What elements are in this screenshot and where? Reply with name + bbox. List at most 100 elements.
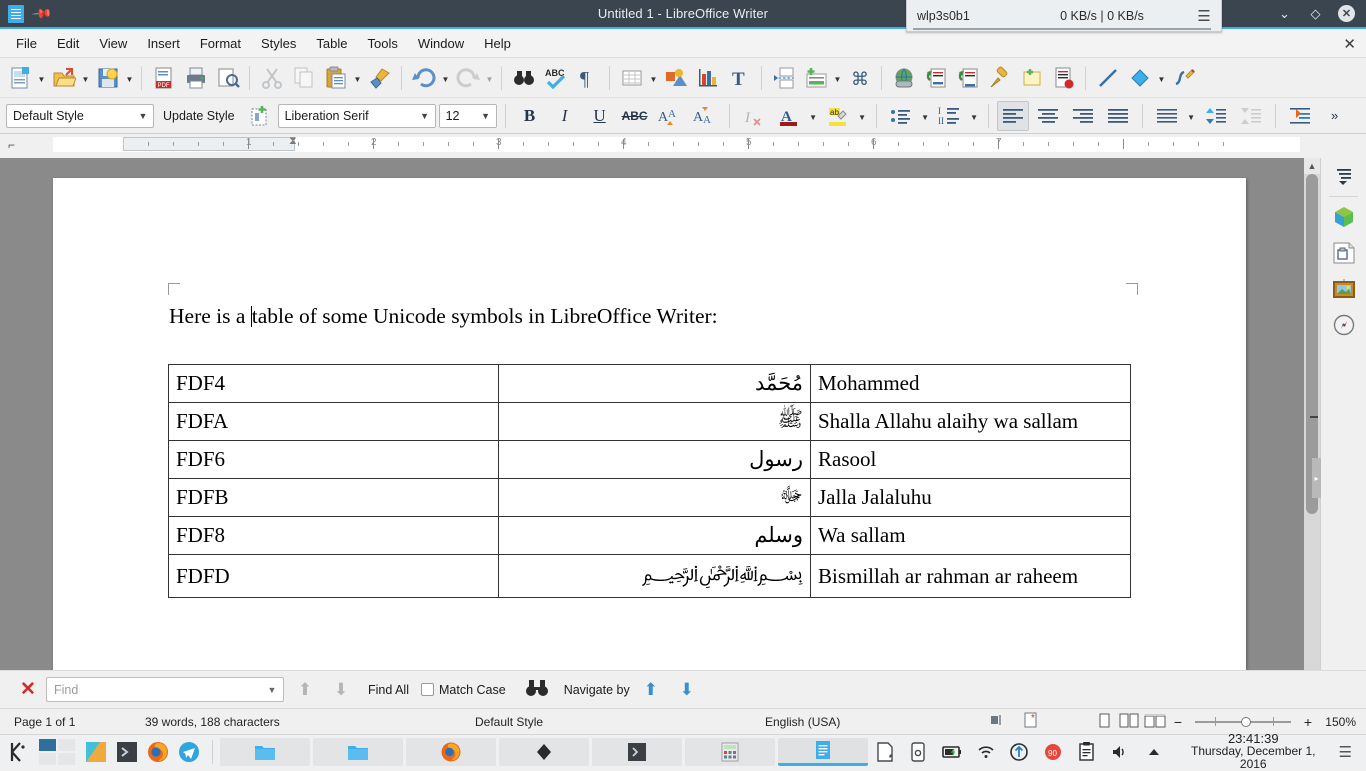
cell-glyph[interactable]: مُحَمَّد [498,364,811,403]
highlight-color-dropdown[interactable]: ▼ [857,99,868,133]
cell-meaning[interactable]: Wa sallam [810,516,1131,555]
page-icon[interactable] [1321,235,1366,271]
menu-help[interactable]: Help [474,32,521,55]
insert-hyperlink-icon[interactable] [888,61,919,95]
tray-note-icon[interactable] [871,737,899,767]
underline-button[interactable]: U [584,101,616,131]
align-left-icon[interactable] [996,100,1029,131]
pager-desktop-3[interactable] [39,752,57,765]
close-document-button[interactable]: ✕ [1343,35,1356,53]
sidebar-settings-icon[interactable] [1321,158,1366,194]
menu-view[interactable]: View [89,32,137,55]
insert-line-icon[interactable] [1092,61,1123,95]
chevron-down-icon[interactable]: ▼ [415,111,435,121]
numbered-list-icon[interactable]: I II [934,101,966,131]
font-size-combo[interactable]: 12 ▼ [438,103,497,128]
task-calculator[interactable] [685,737,776,766]
network-monitor-widget[interactable]: wlp3s0b1 0 KB/s | 0 KB/s ☰ [906,0,1222,32]
insert-footnote-icon[interactable] [920,61,951,95]
menu-file[interactable]: File [6,32,47,55]
new-style-icon[interactable] [244,99,275,133]
task-file-manager-2[interactable] [313,737,404,766]
redo-icon[interactable] [452,61,483,95]
horizontal-ruler[interactable]: ⌐ 1 2 3 4 5 6 7 ⧗ [0,134,1366,156]
hamburger-icon[interactable]: ☰ [1187,7,1221,25]
menu-tools[interactable]: Tools [357,32,407,55]
minimize-button[interactable]: ⌄ [1276,5,1293,22]
clock[interactable]: 23:41:39 Thursday, December 1, 2016 [1174,732,1333,771]
sidebar-hide-handle[interactable]: ▸ [1312,458,1321,498]
cell-glyph[interactable]: ﷻ [498,478,811,517]
clear-formatting-icon[interactable]: I [738,101,770,131]
line-spacing-dropdown[interactable]: ▼ [1186,99,1197,133]
tray-clipboard-icon[interactable] [1073,737,1101,767]
increase-paragraph-spacing-icon[interactable] [1200,101,1232,131]
zoom-out-button[interactable]: − [1168,714,1188,730]
insert-endnote-icon[interactable] [952,61,983,95]
task-dark-app[interactable] [499,737,590,766]
table-row[interactable]: FDF8 وسلم Wa sallam [168,516,1131,555]
terminal-icon[interactable] [113,737,141,767]
document-paragraph[interactable]: Here is a table of some Unicode symbols … [169,304,1134,329]
compass-navigator-icon[interactable] [1321,307,1366,343]
tray-updates-icon[interactable] [1006,737,1034,767]
table-row[interactable]: FDFB ﷻ Jalla Jalaluhu [168,478,1131,517]
italic-button[interactable]: I [549,101,581,131]
new-document-dropdown[interactable]: ▼ [36,61,47,95]
book-view-icon[interactable] [1142,713,1168,731]
page-style[interactable]: Default Style [475,715,765,729]
single-page-view-icon[interactable] [1092,713,1116,731]
menu-window[interactable]: Window [408,32,474,55]
spelling-icon[interactable]: ABC [540,61,571,95]
zoom-in-button[interactable]: + [1298,714,1318,730]
pager-desktop-4[interactable] [58,752,76,765]
open-file-icon[interactable] [48,61,79,95]
numbered-list-dropdown[interactable]: ▼ [969,99,980,133]
font-color-icon[interactable]: A [773,101,805,131]
insert-field-dropdown[interactable]: ▼ [832,61,843,95]
cell-meaning[interactable]: Bismillah ar rahman ar raheem [810,554,1131,598]
document-modified-icon[interactable]: * [1014,712,1048,731]
show-draw-functions-icon[interactable] [1168,61,1199,95]
cell-meaning[interactable]: Jalla Jalaluhu [810,478,1131,517]
font-color-dropdown[interactable]: ▼ [808,99,819,133]
chevron-down-icon[interactable]: ▼ [261,685,283,695]
binoculars-icon[interactable] [522,676,552,703]
subscript-button[interactable]: AA [689,101,721,131]
menu-insert[interactable]: Insert [137,32,190,55]
find-and-replace-icon[interactable] [508,61,539,95]
insert-text-box-icon[interactable]: T [724,61,755,95]
insert-image-icon[interactable] [660,61,691,95]
tray-battery-icon[interactable] [938,737,966,767]
insert-table-icon[interactable] [616,61,647,95]
match-case-checkbox[interactable]: Match Case [421,682,506,697]
redo-dropdown[interactable]: ▼ [484,61,495,95]
clone-formatting-icon[interactable] [364,61,395,95]
language-status[interactable]: English (USA) [765,715,980,729]
table-row[interactable]: FDF4 مُحَمَّد Mohammed [168,364,1131,403]
tab-stop-icon[interactable]: ⌐ [8,138,15,152]
chevron-down-icon[interactable]: ▼ [133,111,153,121]
export-pdf-icon[interactable]: PDF [148,61,179,95]
save-document-icon[interactable] [92,61,123,95]
pager-desktop-1[interactable] [39,738,57,751]
selection-mode-icon[interactable] [980,713,1014,730]
bold-button[interactable]: B [514,101,546,131]
undo-dropdown[interactable]: ▼ [440,61,451,95]
tray-expand-icon[interactable] [1140,737,1168,767]
save-document-dropdown[interactable]: ▼ [124,61,135,95]
gallery-picture-icon[interactable] [1321,271,1366,307]
find-previous-button[interactable]: ⬆ [290,680,320,700]
close-find-toolbar-button[interactable]: ✕ [16,678,40,701]
print-preview-icon[interactable] [212,61,243,95]
table-row[interactable]: FDFD ﷽ Bismillah ar rahman ar raheem [168,554,1131,598]
task-libreoffice-writer[interactable] [778,737,868,766]
pin-icon[interactable]: 📌 [31,2,53,25]
multi-page-view-icon[interactable] [1116,713,1142,731]
chevron-down-icon[interactable]: ▼ [476,111,496,121]
cell-meaning[interactable]: Mohammed [810,364,1131,403]
align-center-icon[interactable] [1032,101,1064,131]
basic-shapes-icon[interactable] [1124,61,1155,95]
navigate-by-label[interactable]: Navigate by [564,683,630,697]
zoom-slider[interactable] [1195,716,1291,728]
